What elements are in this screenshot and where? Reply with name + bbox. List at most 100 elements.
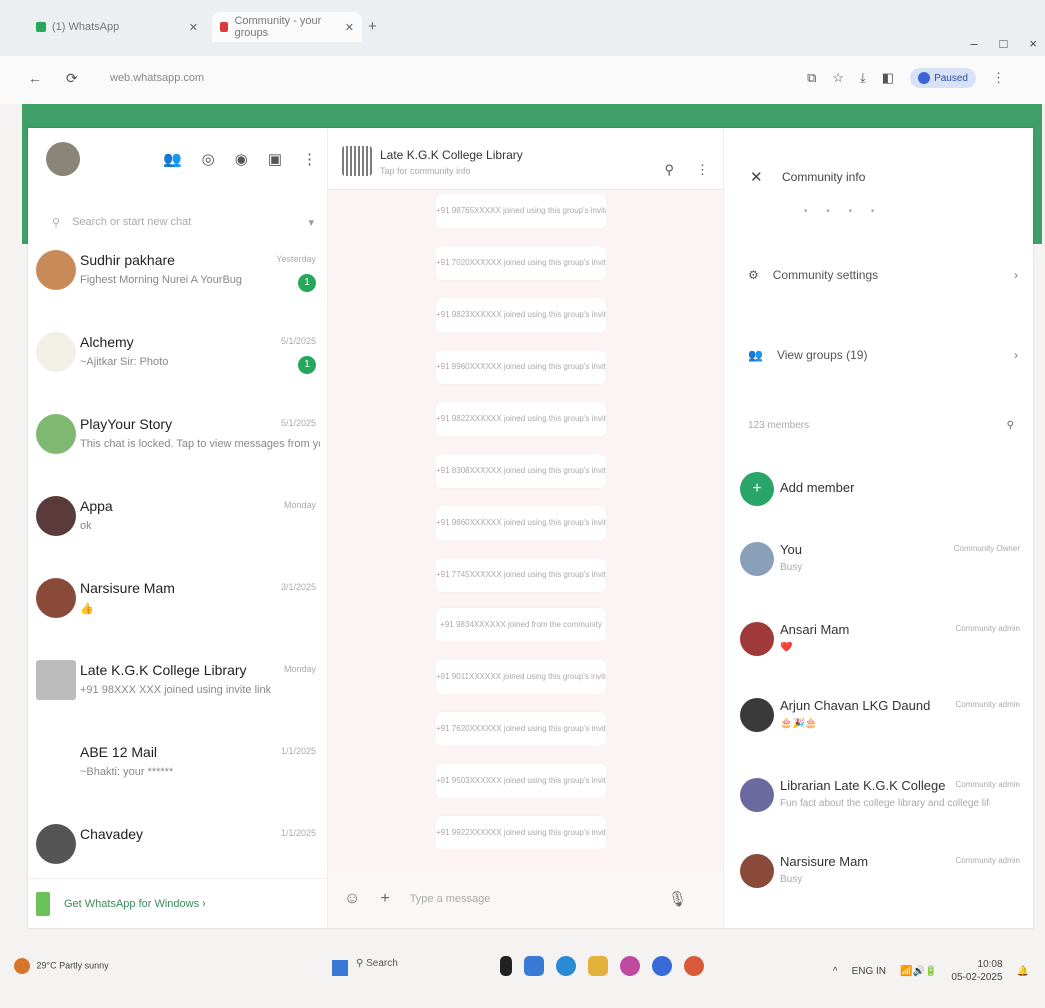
reload-icon[interactable]: ⟳: [66, 70, 78, 87]
profile-paused-button[interactable]: Paused: [910, 68, 976, 88]
taskbar-app-icon[interactable]: [556, 956, 576, 976]
communities-icon[interactable]: 👥: [163, 150, 182, 168]
get-whatsapp-banner[interactable]: Get WhatsApp for Windows ›: [28, 878, 328, 928]
browser-menu-icon[interactable]: ⋮: [992, 70, 1005, 86]
nav-buttons: ← ⟳: [28, 70, 78, 87]
member-row[interactable]: You Busy Community Owner: [740, 532, 1020, 592]
network-volume-battery-icon[interactable]: 📶🔊🔋: [900, 966, 937, 977]
file-explorer-icon[interactable]: [588, 956, 608, 976]
status-icon[interactable]: ◎: [202, 150, 215, 168]
group-subtitle: Tap for community info: [380, 166, 471, 176]
channels-icon[interactable]: ◉: [235, 150, 248, 168]
conversation-header-icons: ⚲ ⋮: [664, 162, 709, 178]
taskbar-app-icon[interactable]: [620, 956, 640, 976]
language-indicator[interactable]: ENG IN: [852, 966, 886, 977]
tray-chevron-icon[interactable]: ^: [833, 966, 838, 977]
view-groups-row[interactable]: 👥 View groups (19) ›: [748, 340, 1018, 370]
taskbar-app-icon[interactable]: [524, 956, 544, 976]
search-members-icon[interactable]: ⚲: [1007, 420, 1014, 431]
chat-avatar: [36, 496, 76, 536]
system-tray: ^ ENG IN 📶🔊🔋 10:08 05-02-2025 🔔: [833, 958, 1029, 984]
chat-name: Appa: [80, 498, 113, 514]
system-message: +91 9011XXXXXX joined using this group's…: [436, 660, 606, 694]
close-tab-icon[interactable]: ✕: [345, 21, 354, 34]
new-tab-button[interactable]: +: [368, 18, 377, 35]
search-icon[interactable]: ⚲: [664, 162, 674, 178]
new-chat-icon[interactable]: ▣: [268, 150, 282, 168]
chat-item[interactable]: PlayYour Story This chat is locked. Tap …: [28, 404, 328, 486]
search-bar[interactable]: ⚲ Search or start new chat ▾: [42, 208, 322, 236]
chat-item[interactable]: ABE 12 Mail ~Bhakti: your ****** 1/1/202…: [28, 732, 328, 814]
chat-time: Monday: [283, 500, 316, 510]
tab-community[interactable]: Community - your groups ✕: [212, 12, 362, 42]
taskbar-search-label: Search: [366, 958, 398, 969]
chat-item[interactable]: Sudhir pakhare Fighest Morning Nurei A Y…: [28, 240, 328, 322]
taskbar-app-icon[interactable]: [500, 956, 512, 976]
member-row[interactable]: Arjun Chavan LKG Daund 🎂🎉🎂 Community adm…: [740, 688, 1020, 748]
bookmark-star-icon[interactable]: ☆: [832, 70, 844, 86]
conversation-header[interactable]: Late K.G.K College Library Tap for commu…: [328, 128, 723, 190]
member-name: You: [780, 542, 802, 557]
add-member-icon: +: [740, 472, 774, 506]
search-input[interactable]: Search or start new chat: [72, 216, 191, 228]
sidepanel-icon[interactable]: ◧: [882, 70, 894, 86]
attach-plus-icon[interactable]: +: [380, 890, 389, 908]
my-avatar[interactable]: [46, 142, 80, 176]
emoji-icon[interactable]: ☺: [344, 890, 360, 908]
message-input[interactable]: Type a message: [410, 893, 491, 905]
close-window-button[interactable]: ×: [1029, 36, 1037, 51]
member-row[interactable]: Ansari Mam ❤️ Community admin: [740, 612, 1020, 672]
conversation-pane: Late K.G.K College Library Tap for commu…: [328, 128, 723, 928]
chat-time: Yesterday: [276, 254, 316, 264]
filter-icon[interactable]: ▾: [308, 216, 314, 229]
install-app-icon[interactable]: ⧉: [807, 70, 816, 86]
get-whatsapp-label: Get WhatsApp for Windows ›: [64, 897, 206, 910]
whatsapp-favicon-icon: [36, 22, 46, 32]
address-bar: ← ⟳ web.whatsapp.com ⧉ ☆ ⤓ ◧ Paused ⋮: [0, 56, 1045, 104]
add-member-button[interactable]: + Add member: [740, 462, 1020, 522]
url-field[interactable]: web.whatsapp.com: [110, 72, 204, 84]
chevron-right-icon: ›: [1014, 348, 1018, 362]
member-row[interactable]: Librarian Late K.G.K College Fun fact ab…: [740, 768, 1020, 828]
notification-icon[interactable]: 🔔: [1017, 966, 1029, 977]
clock[interactable]: 10:08 05-02-2025: [951, 958, 1002, 984]
chat-preview: 👍: [80, 603, 94, 615]
member-status: ❤️: [780, 642, 793, 653]
community-settings-row[interactable]: ⚙ Community settings ›: [748, 260, 1018, 290]
microphone-icon[interactable]: 🎙: [668, 890, 687, 908]
member-role: Community admin: [955, 856, 1020, 865]
weather-widget[interactable]: 29°C Partly sunny: [14, 958, 109, 974]
chat-item[interactable]: Late K.G.K College Library +91 98XXX XXX…: [28, 650, 328, 732]
chat-preview: ~Bhakti: your ******: [80, 766, 174, 778]
member-role: Community admin: [955, 624, 1020, 633]
back-icon[interactable]: ←: [28, 70, 42, 87]
chrome-icon[interactable]: [684, 956, 704, 976]
minimize-button[interactable]: –: [970, 36, 977, 51]
start-button[interactable]: [332, 960, 348, 976]
maximize-button[interactable]: □: [1000, 36, 1008, 51]
menu-icon[interactable]: ⋮: [302, 150, 317, 168]
system-message: +91 9960XXXXXX joined using this group's…: [436, 350, 606, 384]
member-row[interactable]: Narsisure Mam Busy Community admin: [740, 844, 1020, 904]
chat-avatar: [36, 332, 76, 372]
chat-preview: ~Ajitkar Sir: Photo: [80, 356, 169, 368]
sidebar-header: 👥 ◎ ◉ ▣ ⋮: [28, 128, 327, 190]
chat-item[interactable]: Alchemy ~Ajitkar Sir: Photo 5/1/2025 1: [28, 322, 328, 404]
taskbar-search[interactable]: ⚲ Search: [356, 958, 398, 969]
chat-item[interactable]: Narsisure Mam 👍 3/1/2025: [28, 568, 328, 650]
chat-item[interactable]: Chavadey 1/1/2025: [28, 814, 328, 874]
menu-icon[interactable]: ⋮: [696, 162, 709, 178]
taskbar-app-icon[interactable]: [652, 956, 672, 976]
sun-icon: [14, 958, 30, 974]
system-message: +91 9823XXXXXX joined using this group's…: [436, 298, 606, 332]
chat-name: PlayYour Story: [80, 416, 173, 432]
close-icon[interactable]: ✕: [750, 168, 763, 186]
tab-whatsapp[interactable]: (1) WhatsApp ✕: [36, 12, 206, 42]
chat-name: Narsisure Mam: [80, 580, 175, 596]
chat-item[interactable]: Appa ok Monday: [28, 486, 328, 568]
chat-name: Late K.G.K College Library: [80, 662, 247, 678]
download-icon[interactable]: ⤓: [860, 70, 866, 86]
member-role: Community admin: [955, 700, 1020, 709]
whatsapp-app: 👥 ◎ ◉ ▣ ⋮ ⚲ Search or start new chat ▾ S…: [28, 128, 1033, 928]
close-tab-icon[interactable]: ✕: [189, 21, 198, 34]
